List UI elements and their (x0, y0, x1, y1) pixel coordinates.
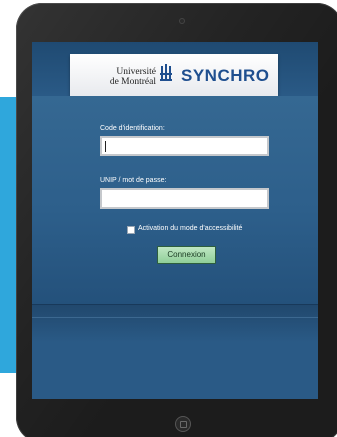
home-square-icon (180, 421, 187, 428)
university-line1: Université (116, 67, 156, 77)
accessibility-label[interactable]: Activation du mode d'accessibilité (138, 225, 242, 232)
password-input[interactable] (100, 188, 269, 209)
id-input[interactable] (100, 136, 269, 156)
product-name: SYNCHRO (181, 66, 270, 85)
text-caret (105, 141, 106, 152)
tablet-screen: Université de Montréal SYNCHRO Code d'id… (32, 42, 318, 399)
login-form-panel: Code d'identification: UNIP / mot de pas… (32, 96, 318, 305)
university-line2: de Montréal (109, 77, 156, 87)
logo-banner: Université de Montréal SYNCHRO (70, 54, 278, 96)
divider (32, 317, 318, 318)
lower-panel (32, 305, 318, 399)
id-field-label: Code d'identification: (100, 125, 165, 132)
password-field-label: UNIP / mot de passe: (100, 177, 167, 184)
connexion-button[interactable]: Connexion (157, 246, 216, 264)
camera-icon (179, 18, 185, 24)
university-name: Université de Montréal (110, 67, 156, 87)
accessibility-checkbox[interactable] (127, 226, 135, 234)
udem-crest-icon (160, 64, 172, 81)
